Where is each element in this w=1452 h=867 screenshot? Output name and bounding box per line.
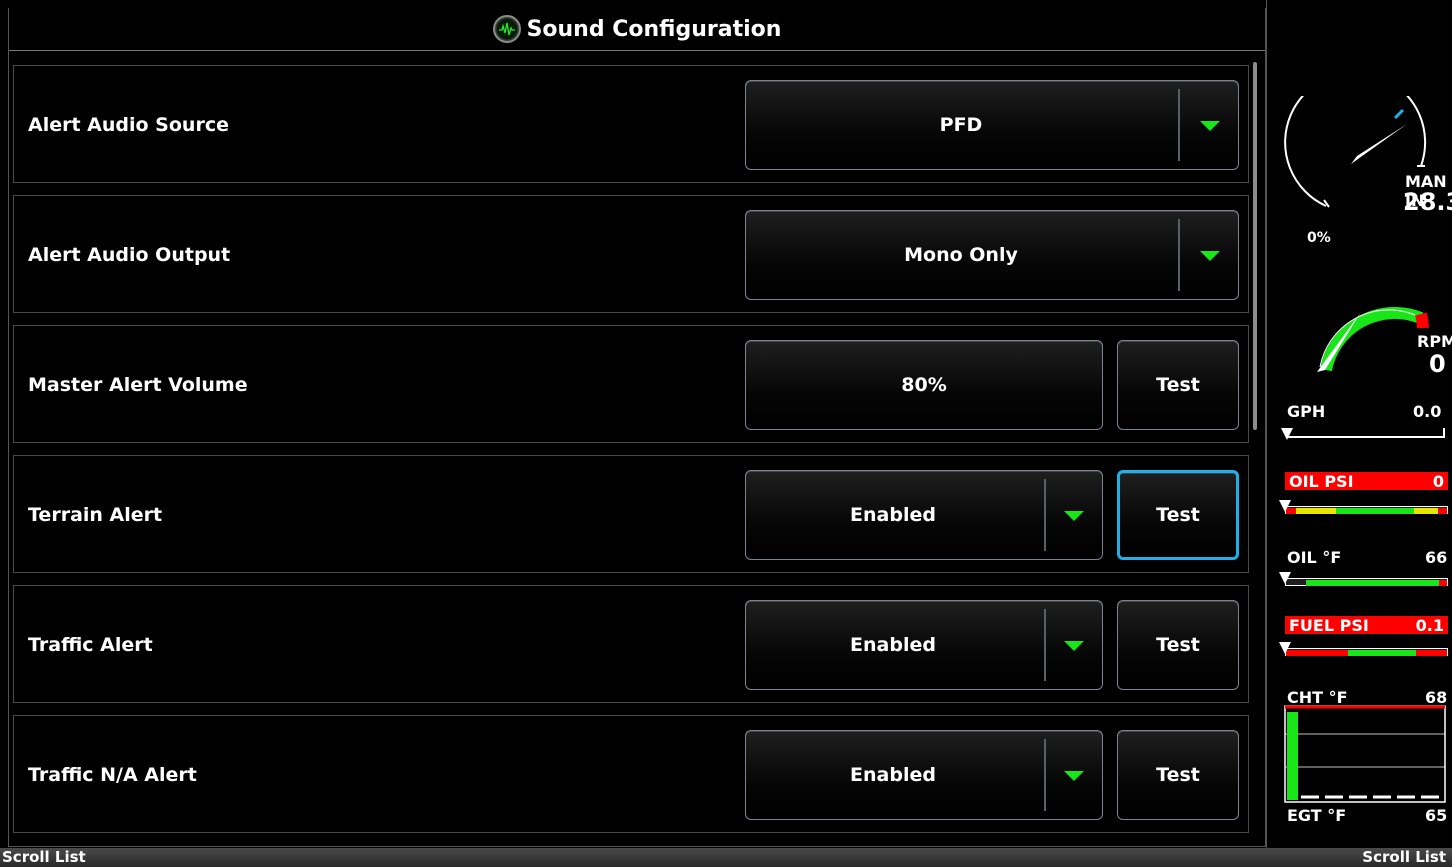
scrollbar[interactable] <box>1253 62 1257 430</box>
volume-value: 80% <box>901 374 947 396</box>
oil-psi-alert: OIL PSI 0 <box>1285 472 1448 491</box>
row-master-alert-volume: Master Alert Volume 80% Test <box>13 325 1249 443</box>
engine-indication-strip: MAN IN 28.3 0% RPM 0 GPH 0.0 OIL PSI 0 O… <box>1266 0 1452 848</box>
traffic-alert-dropdown[interactable]: Enabled <box>745 600 1103 690</box>
title-bar: Sound Configuration <box>9 8 1265 51</box>
test-label: Test <box>1156 504 1200 526</box>
fuel-psi-pointer <box>1279 642 1291 654</box>
fuel-psi-alert: FUEL PSI 0.1 <box>1285 616 1448 635</box>
oil-temp-label: OIL °F <box>1287 548 1342 567</box>
oil-temp-value: 66 <box>1425 548 1448 567</box>
fuel-psi-bar <box>1285 648 1448 656</box>
row-traffic-alert: Traffic Alert Enabled Test <box>13 585 1249 703</box>
alert-audio-output-dropdown[interactable]: Mono Only <box>745 210 1239 300</box>
egt-label: EGT °F <box>1287 806 1347 825</box>
dropdown-divider <box>1178 219 1180 291</box>
terrain-alert-dropdown[interactable]: Enabled <box>745 470 1103 560</box>
test-label: Test <box>1156 764 1200 786</box>
chevron-down-icon <box>1064 771 1084 781</box>
rpm-label: RPM <box>1417 332 1452 351</box>
egt-value: 65 <box>1425 806 1448 825</box>
gph-label: GPH <box>1287 402 1326 421</box>
row-traffic-na-alert: Traffic N/A Alert Enabled Test <box>13 715 1249 833</box>
terrain-alert-test-button[interactable]: Test <box>1117 470 1239 560</box>
traffic-na-alert-dropdown[interactable]: Enabled <box>745 730 1103 820</box>
scroll-list-right[interactable]: Scroll List <box>1362 848 1446 867</box>
cht-egt-graph <box>1284 705 1446 803</box>
gph-value: 0.0 <box>1413 402 1442 421</box>
oil-temp-bar <box>1285 578 1448 586</box>
dropdown-divider <box>1178 89 1180 161</box>
alert-audio-source-dropdown[interactable]: PFD <box>745 80 1239 170</box>
row-alert-audio-source: Alert Audio Source PFD <box>13 65 1249 183</box>
gph-pointer <box>1281 428 1293 440</box>
rpm-value: 0 <box>1429 350 1446 378</box>
oil-psi-pointer <box>1279 500 1291 512</box>
fuel-psi-value: 0.1 <box>1415 616 1444 635</box>
oil-temp-pointer <box>1279 572 1291 584</box>
row-alert-audio-output: Alert Audio Output Mono Only <box>13 195 1249 313</box>
oil-psi-value: 0 <box>1432 472 1444 491</box>
dropdown-value: PFD <box>939 114 983 136</box>
oil-psi-bar <box>1285 506 1448 514</box>
dropdown-value: Mono Only <box>904 244 1018 266</box>
chevron-down-icon <box>1064 641 1084 651</box>
dropdown-divider <box>1044 609 1046 681</box>
traffic-na-alert-test-button[interactable]: Test <box>1117 730 1239 820</box>
chevron-down-icon <box>1200 251 1220 261</box>
dropdown-divider <box>1044 479 1046 551</box>
page-title: Sound Configuration <box>526 16 782 42</box>
gph-bar <box>1287 428 1445 438</box>
scroll-list-left[interactable]: Scroll List <box>2 848 86 867</box>
row-label: Alert Audio Source <box>28 114 229 136</box>
chevron-down-icon <box>1064 511 1084 521</box>
master-alert-volume-button[interactable]: 80% <box>745 340 1103 430</box>
rpm-gauge <box>1317 306 1429 372</box>
row-label: Traffic Alert <box>28 634 153 656</box>
dropdown-divider <box>1044 739 1046 811</box>
row-label: Alert Audio Output <box>28 244 231 266</box>
fuel-psi-label: FUEL PSI <box>1289 616 1369 635</box>
master-volume-test-button[interactable]: Test <box>1117 340 1239 430</box>
bottom-softkey-bar: Scroll List Scroll List <box>0 848 1452 867</box>
sound-icon <box>492 15 521 43</box>
dropdown-value: Enabled <box>850 504 936 526</box>
traffic-alert-test-button[interactable]: Test <box>1117 600 1239 690</box>
man-in-value: 28.3 <box>1403 188 1452 216</box>
main-panel: Sound Configuration Alert Audio Source P… <box>8 8 1266 847</box>
row-label: Terrain Alert <box>28 504 163 526</box>
dropdown-value: Enabled <box>850 634 936 656</box>
test-label: Test <box>1156 634 1200 656</box>
dropdown-value: Enabled <box>850 764 936 786</box>
row-label: Traffic N/A Alert <box>28 764 197 786</box>
test-label: Test <box>1156 374 1200 396</box>
chevron-down-icon <box>1200 121 1220 131</box>
oil-psi-label: OIL PSI <box>1289 472 1354 491</box>
row-terrain-alert: Terrain Alert Enabled Test <box>13 455 1249 573</box>
row-label: Master Alert Volume <box>28 374 248 396</box>
